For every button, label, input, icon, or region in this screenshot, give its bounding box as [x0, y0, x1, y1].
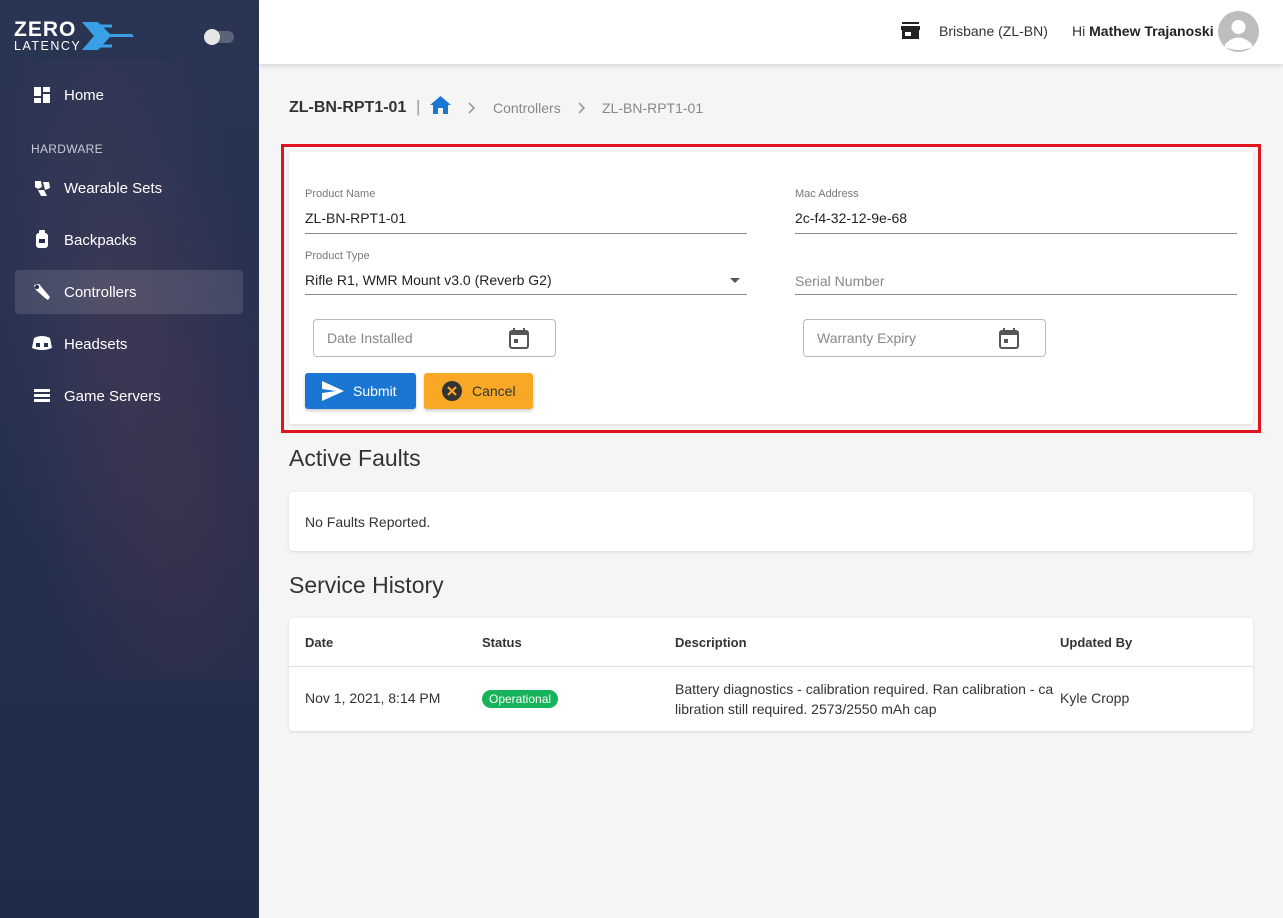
location-label[interactable]: Brisbane (ZL-BN) — [939, 23, 1048, 39]
serial-number-field[interactable]: Serial Number — [795, 250, 1237, 296]
sidebar-item-headsets[interactable]: Headsets — [15, 322, 243, 366]
sidebar: ZERO LATENCY Home HARDWARE Wearable Sets… — [0, 0, 259, 918]
cancel-circle-icon — [442, 381, 462, 404]
serial-number-underline — [795, 294, 1237, 295]
sidebar-item-label: Wearable Sets — [64, 180, 163, 197]
sidebar-item-label: Controllers — [64, 284, 137, 301]
column-header-description[interactable]: Description — [675, 635, 747, 650]
top-bar: Brisbane (ZL-BN) Hi Mathew Trajanoski — [259, 0, 1283, 64]
date-installed-field[interactable]: Date Installed — [313, 319, 556, 357]
cancel-button[interactable]: Cancel — [424, 373, 533, 409]
mac-address-value[interactable]: 2c-f4-32-12-9e-68 — [795, 210, 907, 226]
sidebar-item-home[interactable]: Home — [15, 73, 243, 117]
sidebar-item-label: Game Servers — [64, 388, 161, 405]
row-date: Nov 1, 2021, 8:14 PM — [305, 690, 441, 706]
row-description: Battery diagnostics - calibration requir… — [675, 681, 1054, 717]
theme-toggle-knob — [204, 29, 220, 45]
status-badge: Operational — [482, 690, 559, 708]
product-name-value[interactable]: ZL-BN-RPT1-01 — [305, 210, 406, 226]
backpack-icon — [31, 229, 53, 251]
mac-address-field[interactable]: Mac Address 2c-f4-32-12-9e-68 — [795, 188, 1237, 234]
user-avatar-icon — [1225, 20, 1252, 50]
product-name-label: Product Name — [305, 188, 376, 200]
sidebar-item-label: Headsets — [64, 336, 128, 353]
product-type-value[interactable]: Rifle R1, WMR Mount v3.0 (Reverb G2) — [305, 272, 552, 288]
server-icon — [31, 385, 53, 407]
headset-icon — [31, 333, 53, 355]
sidebar-item-label: Home — [64, 87, 105, 104]
table-header-divider — [289, 666, 1253, 667]
no-faults-message: No Faults Reported. — [305, 514, 431, 530]
sidebar-section-hardware: HARDWARE — [31, 142, 103, 156]
active-faults-heading: Active Faults — [289, 445, 421, 471]
send-icon — [322, 381, 344, 404]
dashboard-icon — [31, 84, 53, 106]
chevron-right-icon — [578, 101, 586, 119]
breadcrumb-separator: | — [416, 97, 421, 116]
wearable-icon — [31, 177, 53, 199]
avatar[interactable] — [1218, 11, 1259, 52]
chevron-right-icon — [468, 101, 476, 119]
warranty-expiry-placeholder: Warranty Expiry — [817, 330, 917, 346]
row-updated-by: Kyle Cropp — [1060, 690, 1130, 706]
column-header-date[interactable]: Date — [305, 635, 333, 650]
theme-toggle[interactable] — [204, 29, 234, 45]
product-type-select[interactable]: Product Type Rifle R1, WMR Mount v3.0 (R… — [305, 250, 747, 296]
page-title: ZL-BN-RPT1-01 — [289, 99, 407, 116]
brand-logo-line1: ZERO — [14, 18, 77, 41]
calendar-icon[interactable] — [999, 328, 1019, 354]
breadcrumb-current: ZL-BN-RPT1-01 — [602, 100, 704, 116]
store-icon — [901, 22, 920, 44]
product-name-underline — [305, 233, 747, 234]
service-history-heading: Service History — [289, 572, 444, 598]
service-history-table: Date Status Description Updated By Nov 1… — [289, 618, 1253, 731]
sidebar-item-backpacks[interactable]: Backpacks — [15, 218, 243, 262]
product-type-label: Product Type — [305, 250, 370, 262]
active-faults-card: No Faults Reported. — [289, 492, 1253, 551]
user-greeting: Hi Mathew Trajanoski — [1072, 23, 1214, 39]
warranty-expiry-field[interactable]: Warranty Expiry — [803, 319, 1046, 357]
cancel-button-label: Cancel — [472, 383, 516, 399]
dropdown-arrow-icon[interactable] — [730, 278, 740, 283]
brand-logo[interactable]: ZERO LATENCY — [14, 19, 139, 55]
home-icon[interactable] — [430, 96, 451, 119]
sidebar-item-wearable-sets[interactable]: Wearable Sets — [15, 166, 243, 210]
controller-icon — [31, 281, 53, 303]
column-header-updated-by[interactable]: Updated By — [1060, 635, 1132, 650]
sidebar-item-controllers[interactable]: Controllers — [15, 270, 243, 314]
submit-button[interactable]: Submit — [305, 373, 416, 409]
column-header-status[interactable]: Status — [482, 635, 522, 650]
user-name: Mathew Trajanoski — [1089, 23, 1214, 39]
sidebar-item-game-servers[interactable]: Game Servers — [15, 374, 243, 418]
serial-number-placeholder[interactable]: Serial Number — [795, 273, 884, 289]
breadcrumb-controllers[interactable]: Controllers — [493, 100, 561, 116]
plane-logo-icon — [82, 22, 134, 50]
product-name-field[interactable]: Product Name ZL-BN-RPT1-01 — [305, 188, 747, 234]
product-type-underline — [305, 294, 747, 295]
sidebar-item-label: Backpacks — [64, 232, 137, 249]
date-installed-placeholder: Date Installed — [327, 330, 413, 346]
calendar-icon[interactable] — [509, 328, 529, 354]
greeting-prefix: Hi — [1072, 23, 1086, 39]
brand-logo-line2: LATENCY — [14, 39, 82, 53]
mac-address-underline — [795, 233, 1237, 234]
mac-address-label: Mac Address — [795, 188, 859, 200]
submit-button-label: Submit — [353, 383, 397, 399]
